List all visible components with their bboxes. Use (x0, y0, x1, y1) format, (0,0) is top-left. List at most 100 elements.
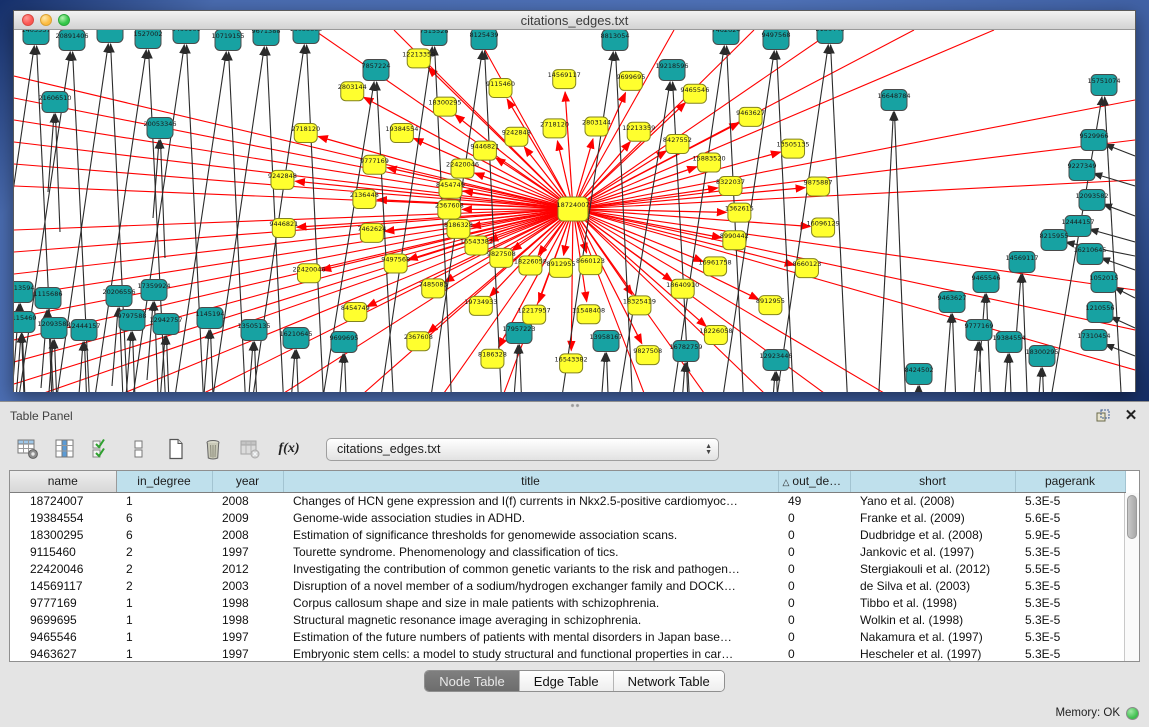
cell-pagerank[interactable]: 5.3E-5 (1015, 577, 1125, 594)
memory-ok-indicator[interactable] (1126, 707, 1139, 720)
network-node[interactable]: 9446821 (470, 141, 499, 160)
cell-short[interactable]: Stergiakouli et al. (2012) (850, 560, 1015, 577)
network-node[interactable]: 18226058 (699, 326, 732, 345)
cell-pagerank[interactable]: 5.3E-5 (1015, 594, 1125, 611)
cell-title[interactable]: Disruption of a novel member of a sodium… (283, 577, 778, 594)
network-node[interactable]: 16543382 (555, 354, 588, 373)
table-row[interactable]: 2242004622012Investigating the contribut… (10, 560, 1125, 577)
network-window-titlebar[interactable]: citations_edges.txt (14, 11, 1135, 30)
cell-pagerank[interactable]: 5.3E-5 (1015, 492, 1125, 509)
cell-in_degree[interactable]: 1 (116, 628, 212, 645)
network-node[interactable]: 2803144 (582, 117, 611, 136)
network-node[interactable]: 18300295 (1025, 346, 1058, 367)
network-node[interactable]: 19734933 (464, 296, 497, 315)
cell-name[interactable]: 19384554 (10, 509, 116, 526)
cell-out_de[interactable]: 0 (778, 628, 850, 645)
network-node[interactable]: 12444157 (67, 320, 100, 341)
network-node[interactable]: 22420046 (446, 159, 479, 178)
network-node[interactable]: 9699695 (330, 332, 359, 353)
table-row[interactable]: 1456911722003Disruption of a novel membe… (10, 577, 1125, 594)
cell-pagerank[interactable]: 5.6E-5 (1015, 509, 1125, 526)
network-node[interactable]: 17310454 (1077, 330, 1110, 351)
network-node[interactable]: 1145194 (196, 308, 225, 329)
network-node[interactable]: 12093582 (37, 318, 70, 339)
column-header-pagerank[interactable]: pagerank (1015, 471, 1125, 492)
network-node[interactable]: 9465546 (972, 272, 1001, 293)
cell-title[interactable]: Corpus callosum shape and size in male p… (283, 594, 778, 611)
network-node[interactable]: 1527002 (134, 30, 163, 49)
network-node[interactable]: 9827508 (487, 248, 516, 267)
network-node[interactable]: 21606510 (38, 92, 71, 113)
network-node[interactable]: 9827508 (633, 346, 662, 365)
cell-pagerank[interactable]: 5.3E-5 (1015, 611, 1125, 628)
cell-year[interactable]: 1998 (212, 611, 283, 628)
zoom-button[interactable] (58, 14, 70, 26)
network-node[interactable]: 8322037 (716, 177, 745, 196)
cell-name[interactable]: 9463627 (10, 645, 116, 662)
select-all-button[interactable] (90, 437, 114, 461)
cell-in_degree[interactable]: 2 (116, 560, 212, 577)
network-node[interactable]: 13505135 (237, 320, 270, 341)
table-scrollbar-thumb[interactable] (1127, 495, 1137, 539)
network-node[interactable]: 9227349 (1068, 160, 1097, 181)
close-panel-button[interactable]: ✕ (1123, 408, 1139, 424)
create-column-button[interactable] (164, 437, 188, 461)
network-node[interactable]: 16033809 (289, 30, 322, 44)
cell-title[interactable]: Embryonic stem cells: a model to study s… (283, 645, 778, 662)
cell-short[interactable]: Dudbridge et al. (2008) (850, 526, 1015, 543)
column-header-short[interactable]: short (850, 471, 1015, 492)
network-node[interactable]: 18300295 (428, 97, 461, 116)
network-node[interactable]: 12213359 (622, 122, 655, 141)
network-node[interactable]: 16210645 (279, 328, 312, 349)
network-node[interactable]: 9463627 (736, 107, 765, 126)
cell-out_de[interactable]: 0 (778, 560, 850, 577)
cell-pagerank[interactable]: 5.9E-5 (1015, 526, 1125, 543)
network-node[interactable]: 7485083 (419, 279, 448, 298)
table-scrollbar[interactable] (1124, 493, 1139, 661)
network-node[interactable]: 19218596 (655, 60, 688, 81)
cell-short[interactable]: Nakamura et al. (1997) (850, 628, 1015, 645)
network-node[interactable]: 11548408 (572, 305, 605, 324)
network-node[interactable]: 8990442 (720, 231, 749, 250)
network-node[interactable]: 8427552 (663, 135, 692, 154)
cell-title[interactable]: Genome-wide association studies in ADHD. (283, 509, 778, 526)
network-node[interactable]: 20891406 (55, 30, 88, 51)
network-node[interactable]: 9242848 (268, 170, 297, 189)
network-node[interactable]: 7462624 (357, 223, 386, 242)
cell-name[interactable]: 9115460 (10, 543, 116, 560)
cell-year[interactable]: 2009 (212, 509, 283, 526)
network-node[interactable]: 9446821 (269, 219, 298, 238)
network-node[interactable]: 8454749 (341, 303, 370, 322)
network-node[interactable]: 16210645 (1073, 244, 1106, 265)
cell-pagerank[interactable]: 5.3E-5 (1015, 645, 1125, 662)
table-row[interactable]: 946554611997Estimation of the future num… (10, 628, 1125, 645)
cell-pagerank[interactable]: 5.3E-5 (1015, 543, 1125, 560)
cell-out_de[interactable]: 0 (778, 645, 850, 662)
network-node[interactable]: 8186328 (478, 349, 507, 368)
network-node[interactable]: 8454749 (436, 179, 465, 198)
network-node[interactable]: 15751074 (1087, 75, 1120, 96)
cell-name[interactable]: 14569117 (10, 577, 116, 594)
network-node[interactable]: 17359924 (137, 280, 170, 301)
cell-short[interactable]: Yano et al. (2008) (850, 492, 1015, 509)
network-node[interactable]: 20206556 (102, 286, 135, 307)
cell-name[interactable]: 18300295 (10, 526, 116, 543)
network-node[interactable]: 8125439 (470, 30, 499, 50)
network-node[interactable]: 18226058 (514, 256, 547, 275)
cell-out_de[interactable]: 49 (778, 492, 850, 509)
cell-in_degree[interactable]: 6 (116, 509, 212, 526)
deselect-all-button[interactable] (127, 437, 151, 461)
table-row[interactable]: 1830029562008Estimation of significance … (10, 526, 1125, 543)
panel-resize-handle[interactable] (570, 403, 580, 408)
network-node[interactable]: 13958167 (589, 331, 622, 352)
network-node[interactable]: 8912955 (756, 296, 785, 315)
cell-title[interactable]: Investigating the contribution of common… (283, 560, 778, 577)
cell-year[interactable]: 2008 (212, 526, 283, 543)
cell-year[interactable]: 2003 (212, 577, 283, 594)
network-node[interactable]: 1403557 (22, 30, 51, 45)
column-header-title[interactable]: title (283, 471, 778, 492)
network-node[interactable]: 9115460 (14, 312, 36, 333)
network-node[interactable]: 2718120 (291, 123, 320, 142)
network-node[interactable]: 2136448 (816, 30, 845, 44)
network-node[interactable]: 20053346 (143, 118, 176, 139)
